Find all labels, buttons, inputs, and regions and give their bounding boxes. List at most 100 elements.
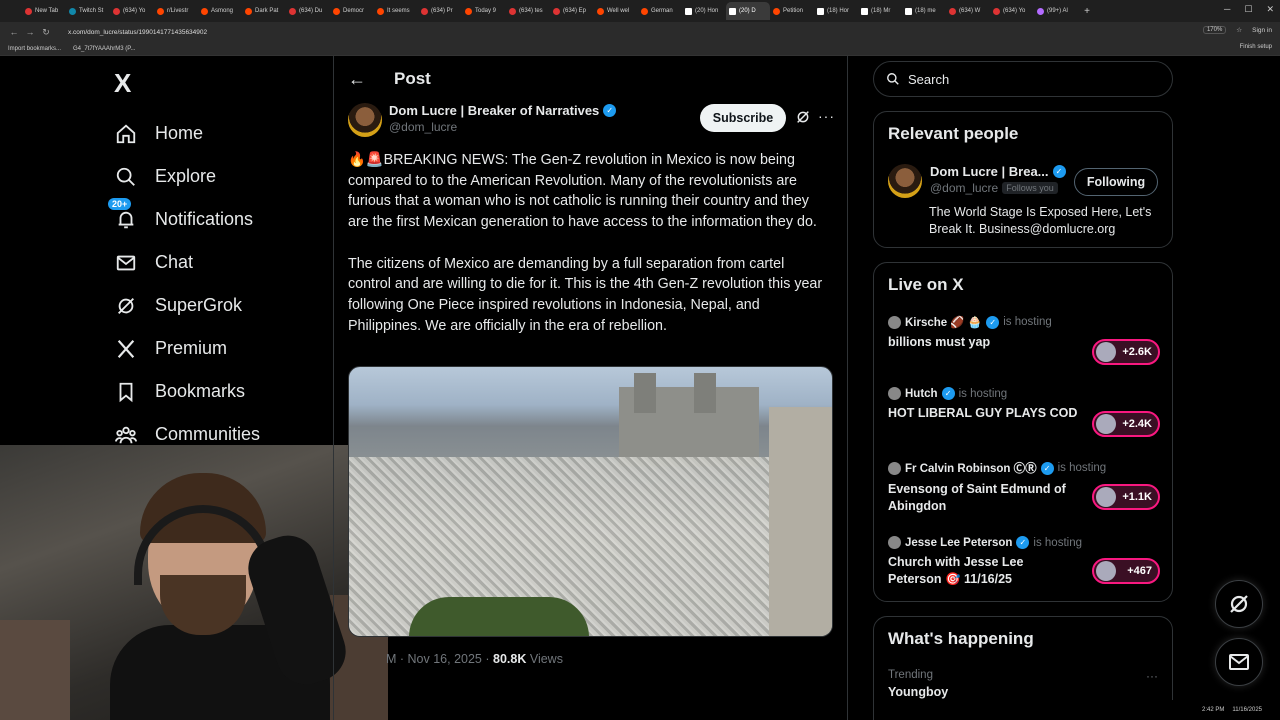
browser-tab[interactable]: (99+) Al [1034,2,1078,20]
browser-tab[interactable]: Democr [330,2,374,20]
post-timestamp[interactable]: M · Nov 16, 2025 · [386,652,493,666]
new-tab-button[interactable]: + [1078,6,1096,17]
grok-icon[interactable] [795,109,811,125]
host-name[interactable]: Hutch [905,388,938,400]
browser-tab[interactable]: (634) Pr [418,2,462,20]
live-title[interactable]: Evensong of Saint Edmund of Abingdon [888,481,1078,515]
minimize-icon[interactable]: ─ [1224,4,1230,15]
browser-tab[interactable]: (18) Mr [858,2,902,20]
avatar[interactable] [888,164,922,198]
following-button[interactable]: Following [1074,168,1158,196]
tab-label: (634) Yo [123,8,146,14]
browser-tab[interactable]: Petition [770,2,814,20]
host-name[interactable]: Kirsche 🏈 🧁 [905,315,982,329]
person-name-row[interactable]: Dom Lucre | Brea... ✓ [930,164,1066,179]
browser-tab[interactable]: Twitch St [66,2,110,20]
browser-tab[interactable]: (18) me [902,2,946,20]
verified-icon: ✓ [941,387,955,400]
browser-tab[interactable]: (634) Yo [110,2,154,20]
person-handle[interactable]: @dom_lucre [930,181,998,195]
sidebar-item-bookmarks[interactable]: Bookmarks [114,370,260,413]
star-icon[interactable]: ☆ [1236,26,1242,34]
live-space-item[interactable]: Fr Calvin Robinson ⒸⓇ ✓ is hosting Evensong… [888,460,1160,515]
avatar[interactable] [348,103,382,137]
browser-tab[interactable]: Today 9 [462,2,506,20]
sidebar-item-premium[interactable]: Premium [114,327,260,370]
cathedral-tower [634,373,656,413]
subscribe-button[interactable]: Subscribe [700,104,786,132]
browser-tab[interactable]: (634) Ep [550,2,594,20]
back-arrow-icon[interactable]: ← [348,69,366,90]
url-field[interactable]: x.com/dom_lucre/status/19901417714356349… [68,29,207,36]
author-name[interactable]: Dom Lucre | Breaker of Narratives [389,103,599,118]
listener-count-pill[interactable]: +467 [1092,558,1160,584]
zoom-level[interactable]: 170% [1202,26,1227,34]
notification-badge: 20+ [108,198,132,210]
forward-nav-icon[interactable]: → [22,27,38,37]
sidebar-item-explore[interactable]: Explore [114,155,260,198]
sidebar-item-notifications[interactable]: 20+ Notifications [108,198,260,241]
grok-icon [114,294,138,318]
browser-tab[interactable]: Asmong [198,2,242,20]
sidebar-item-home[interactable]: Home [114,112,260,155]
author-name-row[interactable]: Dom Lucre | Breaker of Narratives ✓ [389,103,617,118]
person-bio: The World Stage Is Exposed Here, Let's B… [929,205,1152,236]
sidebar-item-chat[interactable]: Chat [114,241,260,284]
sign-in-link[interactable]: Sign in [1252,27,1272,34]
youtube-icon [553,7,560,15]
live-space-item[interactable]: Kirsche 🏈 🧁 ✓ is hosting billions must yap +… [888,315,1160,365]
browser-tab[interactable]: (634) tes [506,2,550,20]
close-icon[interactable]: ✕ [1266,4,1274,15]
browser-tab[interactable]: r/Livestr [154,2,198,20]
reload-icon[interactable]: ↻ [38,27,54,38]
youtube-icon [421,7,428,15]
browser-tab[interactable]: (20) Hon [682,2,726,20]
browser-tab[interactable]: Well wel [594,2,638,20]
views-count: 80.8K [493,652,527,666]
panel-title: What's happening [888,629,1034,648]
x-logo[interactable]: X [114,68,131,99]
reddit-icon [641,7,648,15]
browser-tab[interactable]: It seems [374,2,418,20]
taskbar-time: 2:42 PM [1202,707,1225,713]
relevant-person[interactable]: Dom Lucre | Brea... ✓ @dom_lucre Follows… [888,164,1066,198]
author-handle[interactable]: @dom_lucre [389,120,616,134]
live-title[interactable]: billions must yap [888,334,1078,351]
finish-setup-link[interactable]: Finish setup [1240,44,1272,50]
bookmark-import[interactable]: Import bookmarks... [8,46,61,52]
sidebar-item-label: Chat [155,252,194,272]
x-icon [114,337,138,361]
search-input[interactable]: Search [873,61,1173,97]
browser-tab[interactable]: (634) W [946,2,990,20]
listener-count-pill[interactable]: +2.4K [1092,411,1160,437]
bookmark-item[interactable]: G4_7t7fYAAAhrM3 (P... [73,46,135,52]
maximize-icon[interactable]: ☐ [1244,4,1252,15]
browser-tab[interactable]: New Tab [22,2,66,20]
sidebar-item-supergrok[interactable]: SuperGrok [114,284,260,327]
more-icon[interactable]: ··· [1146,669,1158,683]
host-name[interactable]: Jesse Lee Peterson [905,537,1012,549]
back-nav-icon[interactable]: ← [6,27,22,37]
building-shape [769,407,832,636]
live-space-item[interactable]: Jesse Lee Peterson ✓ is hosting Church with… [888,536,1160,588]
browser-tab[interactable]: (634) Yo [990,2,1034,20]
search-icon [114,165,138,189]
messages-fab-button[interactable] [1215,638,1263,686]
more-icon[interactable]: ··· [818,108,835,124]
browser-tab[interactable]: (634) Du [286,2,330,20]
live-space-item[interactable]: Hutch ✓ is hosting HOT LIBERAL GUY PLAYS CO… [888,387,1160,437]
browser-tab[interactable]: Dark Pat [242,2,286,20]
grok-fab-button[interactable] [1215,580,1263,628]
host-name[interactable]: Fr Calvin Robinson ⒸⓇ [905,460,1037,476]
live-title[interactable]: HOT LIBERAL GUY PLAYS COD [888,405,1078,422]
trend-name[interactable]: Youngboy [888,685,948,699]
post-author[interactable]: Dom Lucre | Breaker of Narratives ✓ @dom… [348,103,617,137]
person-name[interactable]: Dom Lucre | Brea... [930,164,1049,179]
live-title[interactable]: Church with Jesse Lee Peterson 🎯 11/16/2… [888,554,1078,588]
post-video[interactable] [348,366,833,637]
browser-tab[interactable]: (18) Hor [814,2,858,20]
listener-count-pill[interactable]: +1.1K [1092,484,1160,510]
browser-tab[interactable]: German [638,2,682,20]
browser-tab[interactable]: (20) D [726,2,770,20]
listener-count-pill[interactable]: +2.6K [1092,339,1160,365]
